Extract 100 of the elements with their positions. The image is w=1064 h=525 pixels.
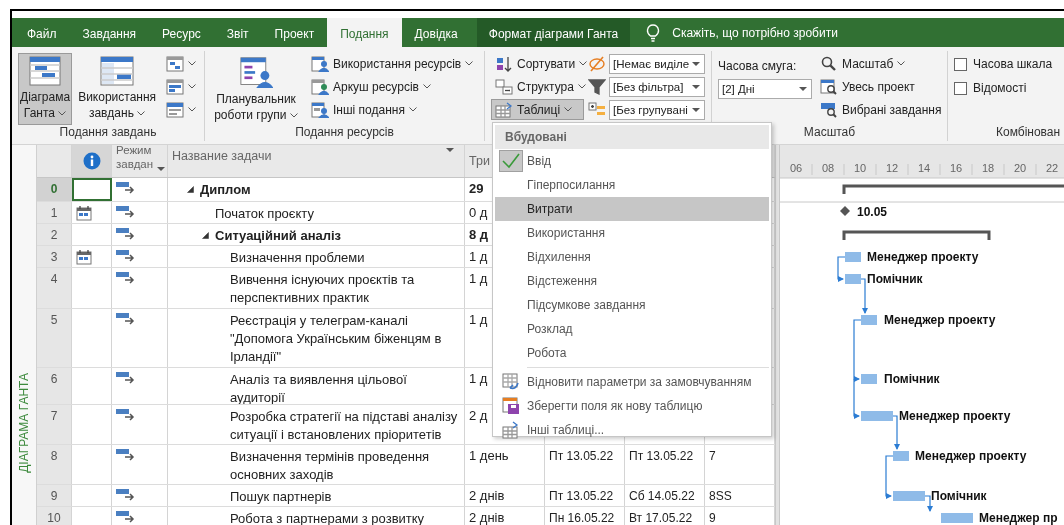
search-icon bbox=[820, 55, 838, 72]
gantt-chart-icon bbox=[29, 56, 62, 86]
column-header[interactable] bbox=[72, 145, 112, 177]
sort-button[interactable]: Сортувати bbox=[491, 53, 584, 74]
resource-usage-button[interactable]: Використання ресурсів bbox=[307, 53, 478, 74]
timescale-label: 16 bbox=[949, 162, 963, 174]
menu-item[interactable]: Витрати bbox=[495, 197, 769, 221]
timescale-label: 08 bbox=[821, 162, 835, 174]
highlight-select[interactable]: [Немає виділе bbox=[609, 53, 705, 74]
tables-button[interactable]: Таблиці bbox=[491, 99, 584, 120]
milestone-diamond[interactable] bbox=[840, 206, 850, 216]
ribbon-tab[interactable]: Завдання bbox=[69, 18, 150, 47]
caret-icon bbox=[289, 113, 298, 119]
row-number[interactable]: 0 bbox=[37, 178, 72, 201]
save-table-icon bbox=[502, 397, 520, 415]
group-icon bbox=[588, 101, 606, 118]
form-view-icon bbox=[166, 101, 185, 118]
timeline-checkbox[interactable]: Часова шкала bbox=[954, 53, 1053, 75]
row-number[interactable]: 2 bbox=[37, 224, 72, 245]
team-planner-button[interactable]: Планувальник роботи групи bbox=[211, 53, 301, 125]
ribbon-tab[interactable]: Ресурс bbox=[149, 18, 214, 47]
ribbon-tab[interactable]: Формат діаграми Ганта bbox=[476, 18, 631, 47]
checkbox[interactable] bbox=[954, 81, 967, 95]
row-number[interactable]: 5 bbox=[37, 309, 72, 367]
checkbox[interactable] bbox=[954, 57, 967, 71]
column-header[interactable]: Режим завдан bbox=[112, 145, 168, 177]
row-number[interactable]: 9 bbox=[37, 485, 72, 506]
task-name: Визначення проблеми bbox=[230, 249, 365, 267]
row-number[interactable]: 10 bbox=[37, 507, 72, 525]
table-cell: 8SS bbox=[709, 489, 732, 503]
details-checkbox[interactable]: Відомості bbox=[954, 77, 1053, 99]
menu-header: Вбудовані bbox=[495, 125, 769, 149]
filter-icon bbox=[588, 78, 606, 95]
auto-scheduled-task-icon bbox=[116, 249, 136, 262]
entire-project-button[interactable]: Увесь проект bbox=[816, 76, 946, 97]
ribbon-tab[interactable]: Проект bbox=[261, 18, 328, 47]
menu-item[interactable]: Відновити параметри за замовчуванням bbox=[495, 370, 769, 394]
table-cell: 7 bbox=[709, 449, 716, 463]
caret-icon bbox=[422, 84, 431, 89]
outline-icon bbox=[495, 78, 513, 95]
menu-item[interactable]: Підсумкове завдання bbox=[495, 293, 769, 317]
menu-item[interactable]: Відхилення bbox=[495, 245, 769, 269]
group-select[interactable]: [Без групувані bbox=[609, 99, 705, 120]
gantt-chart-button[interactable]: Діаграма Ганта bbox=[18, 53, 73, 125]
network-diagram-icon bbox=[166, 55, 185, 72]
menu-item[interactable]: Розклад bbox=[495, 317, 769, 341]
calendar-icon bbox=[76, 249, 92, 265]
row-number[interactable]: 8 bbox=[37, 445, 72, 484]
task-usage-button[interactable]: Використання завдань bbox=[76, 53, 159, 125]
resource-sheet-button[interactable]: Аркуш ресурсів bbox=[307, 76, 478, 97]
timescale-label: 22 bbox=[1045, 162, 1059, 174]
checkbox-label: Відомості bbox=[973, 81, 1027, 95]
timescale-label: 18 bbox=[981, 162, 995, 174]
row-number[interactable]: 6 bbox=[37, 368, 72, 404]
row-number[interactable]: 3 bbox=[37, 246, 72, 267]
summary-bar[interactable] bbox=[842, 230, 991, 240]
menu-item[interactable]: Ввід bbox=[495, 149, 769, 173]
menu-item[interactable]: Використання bbox=[495, 221, 769, 245]
active-cell[interactable] bbox=[72, 178, 112, 201]
row-number[interactable]: 4 bbox=[37, 268, 72, 308]
timescale-select[interactable]: [2] Дні bbox=[718, 79, 812, 99]
ribbon-tab[interactable]: Звіт bbox=[213, 18, 262, 47]
caret-icon bbox=[465, 61, 474, 66]
group-label: Комбінован bbox=[995, 125, 1062, 141]
menu-item[interactable]: Зберегти поля як нову таблицю bbox=[495, 394, 769, 418]
table-cell: 8 д bbox=[469, 227, 489, 242]
ribbon-tab[interactable]: Файл bbox=[12, 18, 70, 47]
filter-select[interactable]: [Без фільтра] bbox=[609, 76, 705, 97]
other-views-button[interactable]: Інші подання bbox=[307, 99, 478, 120]
bar-label: Менеджер проекту bbox=[915, 449, 1027, 463]
menu-item[interactable]: Відстеження bbox=[495, 269, 769, 293]
auto-scheduled-task-icon bbox=[116, 510, 136, 523]
task-name: Робота з партнерами з розвитку bbox=[230, 510, 425, 525]
zoom-button[interactable]: Масштаб bbox=[816, 53, 946, 74]
resource-usage-icon bbox=[311, 55, 329, 72]
search-field[interactable]: Скажіть, що потрібно зробити bbox=[630, 18, 838, 47]
highlighter-icon bbox=[588, 55, 606, 72]
table-icon bbox=[495, 101, 513, 118]
auto-scheduled-task-icon bbox=[116, 205, 136, 218]
column-header[interactable]: Название задачи bbox=[168, 145, 465, 177]
calendar-view-icon bbox=[166, 78, 185, 95]
menu-item[interactable]: Інші таблиці... bbox=[495, 418, 769, 442]
summary-bar[interactable] bbox=[842, 184, 1064, 194]
row-number[interactable]: 1 bbox=[37, 202, 72, 223]
outline-button[interactable]: Структура bbox=[491, 76, 584, 97]
task-name: Реєстрація у телеграм-каналі "Допомога Українським біженцям в Ірландії" bbox=[230, 312, 443, 366]
row-number[interactable]: 7 bbox=[37, 405, 72, 444]
ribbon-tab[interactable]: Подання bbox=[327, 18, 402, 47]
calendar-icon bbox=[76, 205, 92, 221]
task-name: Ситуаційний аналіз bbox=[215, 227, 342, 245]
auto-scheduled-task-icon bbox=[116, 488, 136, 501]
selected-tasks-button[interactable]: Вибрані завдання bbox=[816, 99, 946, 120]
timescale-label: 12 bbox=[885, 162, 899, 174]
table-cell: Пт 13.05.22 bbox=[549, 449, 614, 463]
ribbon-tab[interactable]: Довідка bbox=[401, 18, 471, 47]
menu-item[interactable]: Робота bbox=[495, 341, 769, 365]
info-icon bbox=[82, 152, 101, 170]
table-cell: 2 днів bbox=[469, 510, 505, 525]
timescale-label: 10 bbox=[853, 162, 867, 174]
menu-item[interactable]: Гіперпосилання bbox=[495, 173, 769, 197]
